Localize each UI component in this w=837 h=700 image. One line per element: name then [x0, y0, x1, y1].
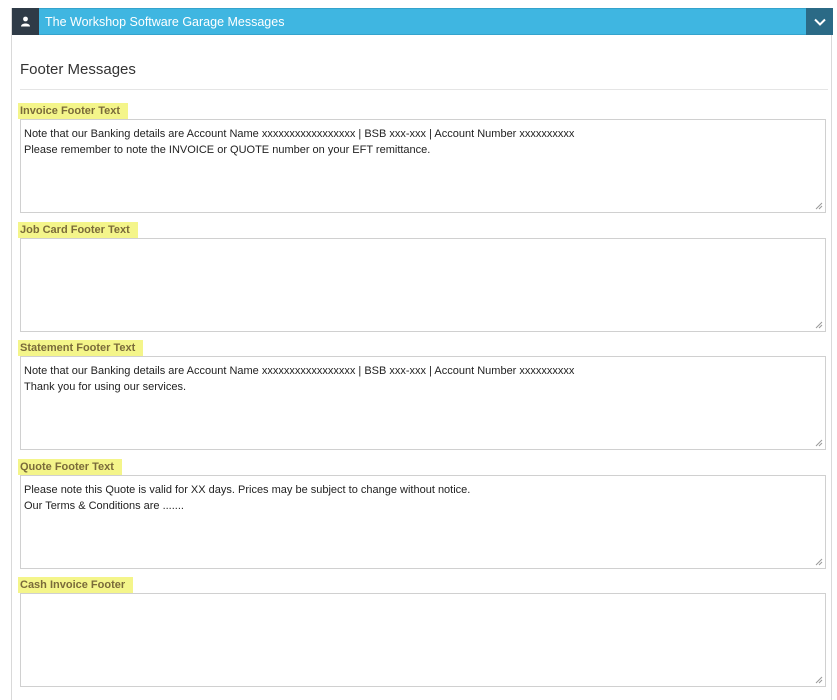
textarea-line: Thank you for using our services. [24, 381, 187, 393]
statement-footer-label: Statement Footer Text [18, 340, 144, 356]
garage-messages-panel: The Workshop Software Garage Messages Fo… [11, 7, 833, 700]
textarea-line: Our Terms & Conditions are ....... [24, 500, 184, 512]
chevron-down-icon[interactable] [806, 8, 833, 35]
resize-grip-icon[interactable] [815, 439, 823, 447]
resize-grip-icon[interactable] [815, 676, 823, 684]
textarea-line: Please note this Quote is valid for XX d… [24, 484, 471, 496]
invoice-footer-textarea[interactable]: Note that our Banking details are Accoun… [20, 119, 826, 213]
resize-grip-icon[interactable] [815, 558, 823, 566]
panel-header[interactable]: The Workshop Software Garage Messages [12, 7, 833, 35]
cash-invoice-footer-label: Cash Invoice Footer [18, 577, 134, 593]
job-card-footer-textarea[interactable] [20, 238, 826, 332]
textarea-line: Note that our Banking details are Accoun… [24, 128, 575, 140]
cash-invoice-footer-textarea[interactable] [20, 593, 826, 687]
job-card-footer-label: Job Card Footer Text [18, 222, 138, 238]
quote-footer-label: Quote Footer Text [18, 459, 122, 475]
section-divider [20, 89, 828, 90]
quote-footer-textarea[interactable]: Please note this Quote is valid for XX d… [20, 475, 826, 569]
resize-grip-icon[interactable] [815, 321, 823, 329]
invoice-footer-label: Invoice Footer Text [18, 103, 129, 119]
panel-title: The Workshop Software Garage Messages [45, 14, 285, 29]
statement-footer-textarea[interactable]: Note that our Banking details are Accoun… [20, 356, 826, 450]
textarea-line: Note that our Banking details are Accoun… [24, 365, 575, 377]
textarea-line: Please remember to note the INVOICE or Q… [24, 144, 431, 156]
resize-grip-icon[interactable] [815, 202, 823, 210]
section-title: Footer Messages [20, 61, 136, 78]
user-icon [12, 7, 39, 35]
